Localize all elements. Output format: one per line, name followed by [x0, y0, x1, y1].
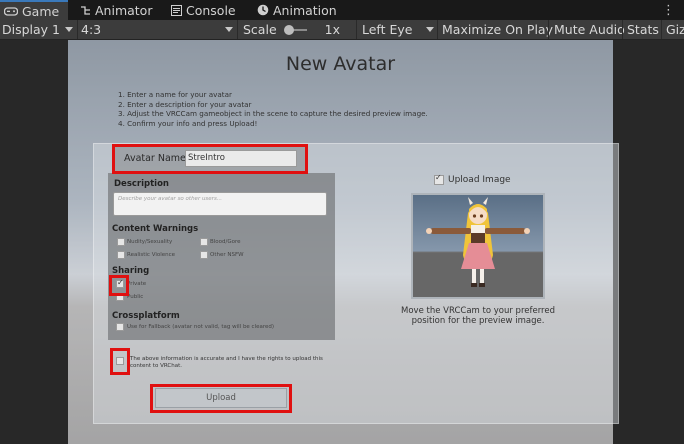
eye-label: Left Eye	[362, 22, 413, 37]
highlight-private-checkbox	[109, 275, 129, 296]
upload-image-toggle[interactable]: Upload Image	[434, 173, 511, 185]
description-label: Description	[114, 179, 169, 189]
animator-icon	[80, 5, 91, 16]
gizmos-label: Giz	[666, 22, 684, 37]
mute-label: Mute Audio	[554, 22, 625, 37]
scale-slider-knob[interactable]	[283, 24, 294, 35]
game-view: New Avatar 1. Enter a name for your avat…	[0, 40, 684, 444]
maximize-label: Maximize On Play	[442, 22, 553, 37]
blood-gore-checkbox[interactable]	[200, 238, 208, 246]
highlight-avatar-name	[112, 144, 308, 174]
fallback-checkbox[interactable]	[116, 323, 124, 331]
chevron-down-icon	[65, 27, 73, 32]
game-view-toolbar: Display 1 4:3 Scale 1x Left Eye Maximize…	[0, 20, 684, 40]
stats-label: Stats	[627, 22, 659, 37]
crossplatform-label: Crossplatform	[112, 311, 180, 321]
console-icon	[171, 4, 182, 16]
avatar-preview-image	[411, 193, 545, 299]
highlight-upload-button	[150, 384, 292, 413]
scale-slider[interactable]	[283, 24, 307, 35]
private-label: Private	[127, 281, 147, 287]
other-nsfw-checkbox[interactable]	[200, 251, 208, 259]
scale-value: 1x	[324, 22, 340, 37]
blood-gore-label: Blood/Gore	[210, 239, 241, 245]
aspect-label: 4:3	[81, 22, 102, 37]
scale-label: Scale	[243, 22, 277, 37]
gizmos-dropdown[interactable]: Giz	[661, 20, 684, 39]
instruction-item: 1. Enter a name for your avatar	[118, 90, 232, 99]
nudity-checkbox[interactable]	[117, 238, 125, 246]
nudity-label: Nudity/Sexuality	[127, 239, 173, 245]
agreement-text: The above information is accurate and I …	[130, 356, 323, 369]
content-warnings-label: Content Warnings	[112, 224, 199, 234]
tab-animation[interactable]: Animation	[257, 0, 337, 20]
scale-control[interactable]: Scale 1x	[237, 20, 355, 39]
chevron-down-icon	[225, 27, 233, 32]
display-label: Display 1	[2, 22, 61, 37]
animation-clock-icon	[257, 4, 269, 16]
tab-game[interactable]: Game	[0, 0, 68, 20]
instruction-item: 4. Confirm your info and press Upload!	[118, 119, 258, 129]
realistic-violence-checkbox[interactable]	[117, 251, 125, 259]
tab-console[interactable]: Console	[171, 0, 236, 20]
chevron-down-icon	[426, 27, 434, 32]
editor-tab-bar: Game Animator Console Animation ⋮	[0, 0, 684, 20]
aspect-dropdown[interactable]: 4:3	[77, 20, 236, 39]
other-nsfw-label: Other NSFW	[210, 252, 244, 258]
instruction-item: 3. Adjust the VRCCam gameobject in the s…	[118, 109, 428, 119]
upload-image-label: Upload Image	[448, 175, 511, 185]
instruction-item: 2. Enter a description for your avatar	[118, 99, 252, 109]
tab-console-label: Console	[186, 2, 236, 18]
instructions-list: 1. Enter a name for your avatar 2. Enter…	[118, 90, 428, 129]
public-label: Public	[127, 294, 144, 300]
tab-game-label: Game	[22, 3, 60, 19]
display-dropdown[interactable]: Display 1	[2, 20, 76, 39]
tab-animator[interactable]: Animator	[80, 0, 152, 20]
avatar-character-illustration	[413, 197, 543, 297]
preview-caption: Move the VRCCam to your preferred positi…	[401, 306, 555, 326]
maximize-on-play-toggle[interactable]: Maximize On Play	[437, 20, 553, 39]
realistic-violence-label: Realistic Violence	[127, 252, 176, 258]
fallback-label: Use for Fallback (avatar not valid, tag …	[127, 324, 275, 330]
highlight-agreement-checkbox	[110, 348, 130, 375]
tab-animation-label: Animation	[273, 2, 337, 18]
gamepad-icon	[4, 6, 18, 16]
more-options-icon[interactable]: ⋮	[662, 3, 675, 18]
upload-image-checkbox[interactable]	[434, 173, 444, 185]
mute-audio-toggle[interactable]: Mute Audio	[548, 20, 625, 39]
tab-animator-label: Animator	[95, 2, 153, 18]
page-title: New Avatar	[285, 53, 396, 75]
eye-dropdown[interactable]: Left Eye	[356, 20, 437, 39]
stats-toggle[interactable]: Stats	[622, 20, 660, 39]
description-input[interactable]: Describe your avatar so other users...	[113, 192, 327, 216]
